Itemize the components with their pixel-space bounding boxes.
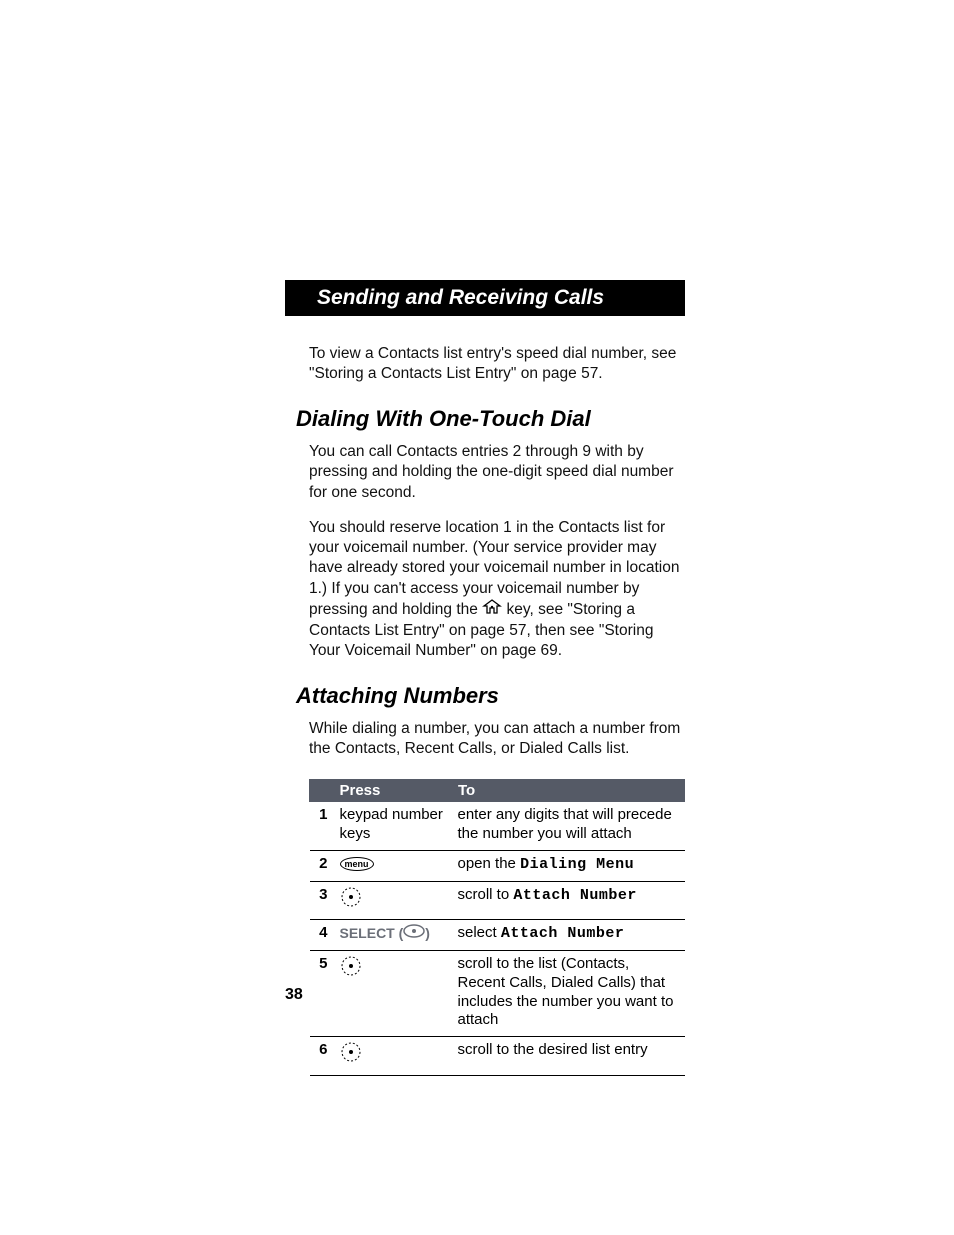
to-cell: select Attach Number — [452, 920, 685, 951]
table-header-blank — [310, 780, 334, 802]
section-title: Sending and Receiving Calls — [317, 286, 604, 309]
page-number: 38 — [285, 986, 303, 1004]
to-cell: open the Dialing Menu — [452, 850, 685, 881]
table-row: 4 SELECT () select Attach Number — [310, 920, 685, 951]
step-number: 3 — [310, 881, 334, 920]
press-cell: SELECT () — [334, 920, 452, 951]
to-cell: scroll to Attach Number — [452, 881, 685, 920]
table-row: 3 scroll to Attach Number — [310, 881, 685, 920]
press-cell — [334, 881, 452, 920]
intro-paragraph-block: To view a Contacts list entry's speed di… — [309, 344, 685, 384]
step-number: 6 — [310, 1037, 334, 1076]
table-row: 1 keypad number keys enter any digits th… — [310, 802, 685, 851]
heading-one-touch: Dialing With One-Touch Dial — [296, 406, 954, 432]
table-row: 6 scroll to the desired list entry — [310, 1037, 685, 1076]
to-text: select — [458, 924, 501, 941]
intro-paragraph: To view a Contacts list entry's speed di… — [309, 344, 685, 384]
lcd-text: Attach Number — [501, 925, 625, 942]
lcd-text: Dialing Menu — [520, 856, 634, 873]
to-cell: scroll to the desired list entry — [452, 1037, 685, 1076]
manual-page: Sending and Receiving Calls To view a Co… — [0, 0, 954, 1235]
one-touch-p2: You should reserve location 1 in the Con… — [309, 518, 685, 661]
press-cell — [334, 951, 452, 1037]
step-number: 1 — [310, 802, 334, 851]
select-paren-open: ( — [395, 926, 404, 942]
to-cell: scroll to the list (Contacts, Recent Cal… — [452, 951, 685, 1037]
one-touch-block: You can call Contacts entries 2 through … — [309, 442, 685, 661]
to-text: scroll to — [458, 886, 514, 903]
steps-table: Press To 1 keypad number keys enter any … — [309, 779, 685, 1076]
table-row: 5 scroll to the list (Contacts, Recent C… — [310, 951, 685, 1037]
step-number: 2 — [310, 850, 334, 881]
section-title-bar: Sending and Receiving Calls — [285, 280, 685, 316]
table-header-row: Press To — [310, 780, 685, 802]
select-label: SELECT — [340, 926, 395, 942]
nav-key-icon — [340, 886, 362, 914]
to-cell: enter any digits that will precede the n… — [452, 802, 685, 851]
heading-attach: Attaching Numbers — [296, 683, 954, 709]
select-key-icon — [403, 924, 425, 944]
table-header-to: To — [452, 780, 685, 802]
step-number: 4 — [310, 920, 334, 951]
table-header-press: Press — [334, 780, 452, 802]
press-cell — [334, 1037, 452, 1076]
press-cell: menu — [334, 850, 452, 881]
attach-p1: While dialing a number, you can attach a… — [309, 719, 685, 759]
table-row: 2 menu open the Dialing Menu — [310, 850, 685, 881]
to-text: open the — [458, 855, 521, 872]
one-touch-p1: You can call Contacts entries 2 through … — [309, 442, 685, 502]
nav-key-icon — [340, 1041, 362, 1069]
step-number: 5 — [310, 951, 334, 1037]
lcd-text: Attach Number — [513, 887, 637, 904]
press-cell: keypad number keys — [334, 802, 452, 851]
attach-block: While dialing a number, you can attach a… — [309, 719, 685, 1076]
send-key-icon — [482, 599, 502, 621]
select-paren-close: ) — [425, 926, 430, 942]
nav-key-icon — [340, 955, 362, 983]
menu-key-icon: menu — [340, 857, 374, 871]
